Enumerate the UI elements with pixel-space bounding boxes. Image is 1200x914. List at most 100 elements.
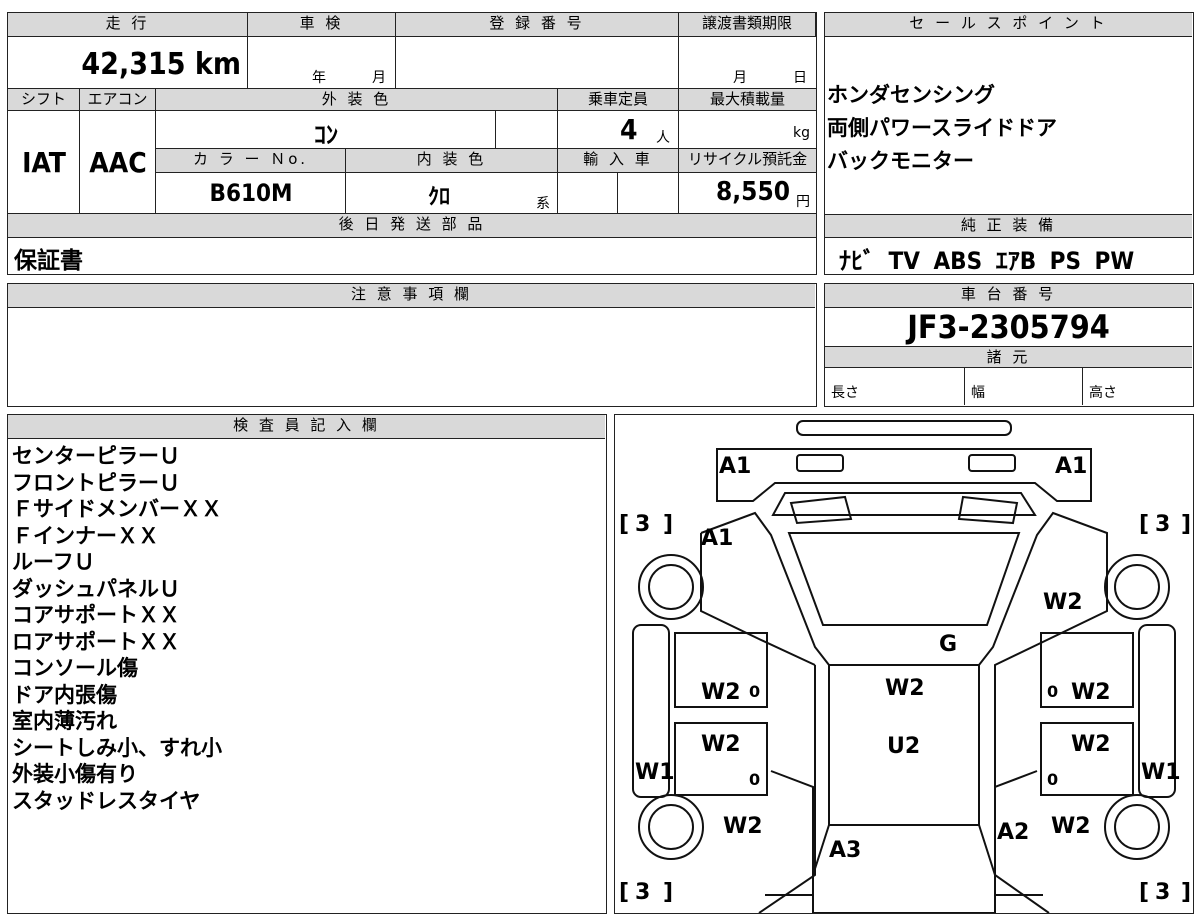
- ac-cell: AAC: [80, 111, 156, 214]
- recycle-header: リサイクル預託金: [679, 149, 816, 173]
- max-load-unit: kg: [793, 125, 810, 141]
- interior-color-header: 内 装 色: [346, 149, 558, 173]
- mileage-cell: 42,315 km: [8, 37, 248, 89]
- max-load-header: 最大積載量: [679, 89, 816, 111]
- ac-header: エアコン: [80, 89, 156, 111]
- recycle-value: 8,550: [716, 177, 790, 207]
- mark-tread-rl: 3: [635, 880, 650, 905]
- transfer-day: 日: [793, 70, 807, 86]
- shift-cell: IAT: [8, 111, 80, 214]
- chassis-header: 車 台 番 号: [825, 284, 1192, 308]
- import-cell-a: [558, 173, 618, 214]
- svg-text:[: [: [1139, 880, 1149, 905]
- svg-text:]: ]: [663, 880, 673, 905]
- mark-roof: W2: [885, 676, 925, 701]
- exterior-color-value: ｺﾝ: [314, 121, 338, 149]
- rear-fender-left: [765, 770, 814, 896]
- inspection-year: 年: [312, 70, 326, 86]
- inspector-item: フロントピラーＵ: [12, 470, 180, 495]
- registration-header: 登 録 番 号: [396, 13, 679, 37]
- inspector-header: 検 査 員 記 入 欄: [8, 415, 605, 439]
- mark-rear-fender-l: W2: [723, 814, 763, 839]
- sales-points-list: ホンダセンシング 両側パワースライドドア バックモニター: [827, 79, 1057, 178]
- color-no-value: B610M: [209, 179, 293, 207]
- specs-header: 諸 元: [825, 346, 1192, 368]
- mileage-header: 走 行: [8, 13, 248, 37]
- notes-box: 注 意 事 項 欄: [7, 283, 817, 407]
- mark-front-left: A1: [719, 454, 751, 479]
- inspection-cell: 年 月: [248, 37, 396, 89]
- width-label: 幅: [971, 385, 985, 401]
- wiper-right: [957, 495, 1019, 525]
- shift-value: IAT: [22, 146, 66, 179]
- shift-header: シフト: [8, 89, 80, 111]
- color-no-cell: B610M: [156, 173, 346, 214]
- exterior-color-cell: ｺﾝ: [156, 111, 496, 149]
- inspection-header: 車 検: [248, 13, 396, 37]
- max-load-cell: kg: [679, 111, 816, 149]
- mark-tread-rr: 3: [1155, 880, 1170, 905]
- inspector-item: ＦインナーＸＸ: [12, 523, 159, 548]
- later-parts-value: 保証書: [14, 248, 83, 274]
- mark-side-l: W1: [635, 760, 675, 785]
- windshield: [787, 532, 1021, 626]
- mark-front-right: A1: [1055, 454, 1087, 479]
- transfer-month: 月: [733, 70, 747, 86]
- import-cell-b: [618, 173, 679, 214]
- interior-color-value: ｸﾛ: [428, 185, 451, 210]
- inspection-month: 月: [372, 70, 386, 86]
- transfer-cell: 月 日: [679, 37, 816, 89]
- mileage-value: 42,315 km: [81, 47, 241, 82]
- vehicle-spec-table: 走 行 車 検 登 録 番 号 譲渡書類期限 42,315 km 年 月 月 日…: [7, 12, 817, 275]
- mark-hood-left: A1: [701, 526, 733, 551]
- transfer-header: 譲渡書類期限: [679, 13, 816, 37]
- mark-rear-left: A3: [829, 838, 861, 863]
- wiper-left: [789, 495, 853, 525]
- sales-point-item: 両側パワースライドドア: [827, 116, 1057, 140]
- sales-points-header: セ ー ル ス ポ イ ン ト: [825, 13, 1192, 37]
- headlight-left: [796, 454, 844, 472]
- inspector-item: 外装小傷有り: [12, 762, 138, 786]
- inspector-item: ロアサポートＸＸ: [12, 629, 180, 654]
- sales-point-item: ホンダセンシング: [827, 83, 995, 107]
- body-outline: [700, 511, 1108, 913]
- color-no-header: カ ラ ー Ｎo.: [156, 149, 346, 173]
- later-parts-header: 後 日 発 送 部 品: [8, 214, 816, 238]
- hood-panel: [771, 492, 1037, 516]
- inspector-box: 検 査 員 記 入 欄 センターピラーＵ フロントピラーＵ ＦサイドメンバーＸＸ…: [7, 414, 607, 914]
- sales-point-item: バックモニター: [827, 149, 974, 173]
- mark-rear-fender-r: W2: [1051, 814, 1091, 839]
- chassis-number: JF3-2305794: [907, 308, 1110, 346]
- svg-text:[: [: [619, 880, 629, 905]
- mark-door-fl: W2: [701, 680, 741, 705]
- capacity-header: 乗車定員: [558, 89, 679, 111]
- length-cell: 長さ: [825, 368, 965, 405]
- inspector-list: センターピラーＵ フロントピラーＵ ＦサイドメンバーＸＸ ＦインナーＸＸ ルーフ…: [12, 443, 222, 814]
- car-diagram-box: A1 A1 A1 [ 3 ] [ 3 ] [ 3 ] [ 3 ] W2 G W2…: [614, 414, 1194, 914]
- inspector-item: ダッシュパネルＵ: [12, 576, 180, 601]
- notes-header: 注 意 事 項 欄: [8, 284, 815, 308]
- inspector-item: シートしみ小、すれ小: [12, 735, 222, 760]
- mark-side-r: W1: [1141, 760, 1181, 785]
- svg-text:]: ]: [1181, 880, 1191, 905]
- mark-door-rr-zero: 0: [1047, 770, 1058, 789]
- mark-door-fl-zero: 0: [749, 682, 760, 701]
- svg-text:[: [: [1139, 512, 1149, 537]
- interior-color-suffix: 系: [536, 196, 550, 212]
- mark-windshield: G: [939, 632, 957, 657]
- mark-door-fr: W2: [1071, 680, 1111, 705]
- height-label: 高さ: [1089, 385, 1117, 401]
- ac-value: AAC: [89, 146, 147, 179]
- inspector-item: ドア内張傷: [12, 682, 117, 707]
- exterior-color-header: 外 装 色: [156, 89, 558, 111]
- svg-text:]: ]: [1181, 512, 1191, 537]
- inspector-item: センターピラーＵ: [12, 444, 180, 468]
- capacity-cell: 4 人: [558, 111, 679, 149]
- mark-door-fr-zero: 0: [1047, 682, 1058, 701]
- import-header: 輸 入 車: [558, 149, 679, 173]
- car-damage-diagram: A1 A1 A1 [ 3 ] [ 3 ] [ 3 ] [ 3 ] W2 G W2…: [619, 420, 1191, 913]
- front-bumper: [796, 420, 1012, 436]
- mark-tread-fr: 3: [1155, 512, 1170, 537]
- mark-door-rl: W2: [701, 732, 741, 757]
- mark-fender-fr: W2: [1043, 590, 1083, 615]
